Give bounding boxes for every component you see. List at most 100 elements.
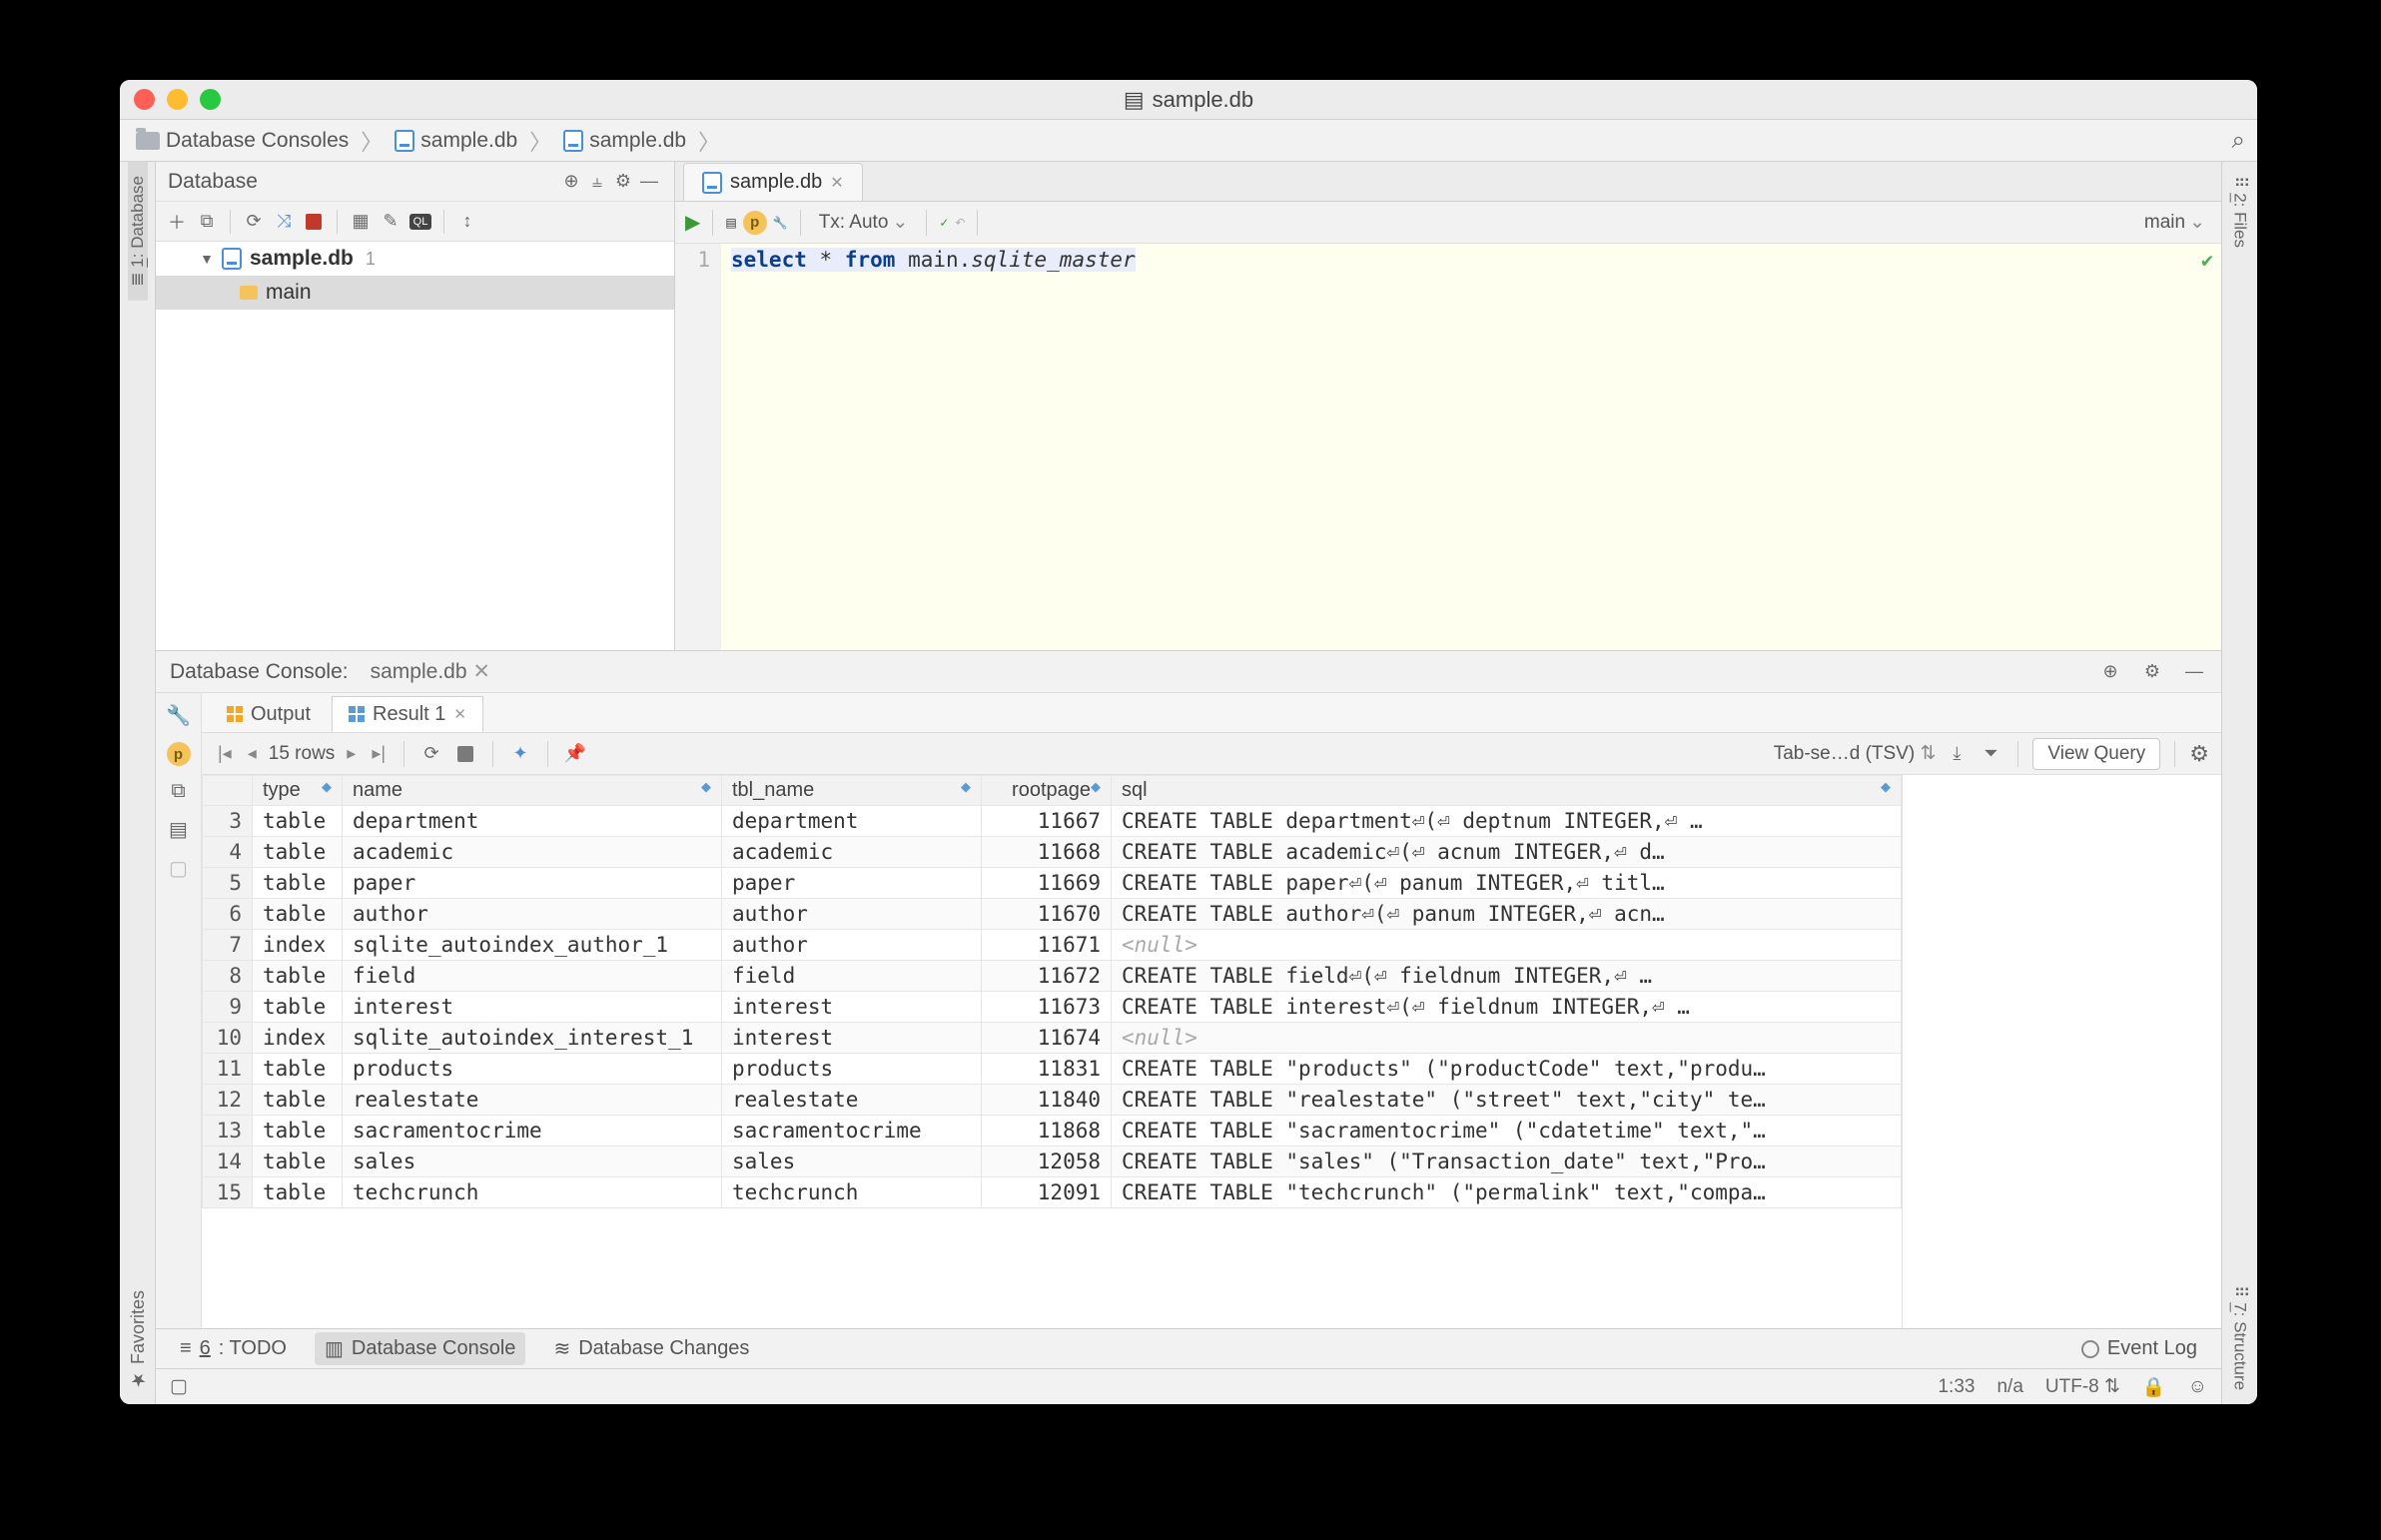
split-icon[interactable]: ⫨: [584, 169, 610, 195]
column-header-name[interactable]: name ◆: [343, 776, 722, 806]
schema-p-icon[interactable]: p: [743, 211, 767, 235]
layout-alt-icon[interactable]: ▢: [169, 856, 188, 881]
ql-console-icon[interactable]: QL: [407, 209, 433, 235]
database-console-tab[interactable]: ▥ Database Console: [315, 1332, 525, 1365]
line-sep-label[interactable]: n/a: [1996, 1376, 2022, 1398]
crumb-sample-db-2[interactable]: sample.db: [559, 129, 690, 153]
close-tab-icon[interactable]: ✕: [453, 705, 466, 723]
dots-icon: ⠿: [2231, 176, 2250, 188]
schema-p-icon[interactable]: p: [167, 742, 191, 766]
output-tab[interactable]: Output: [210, 696, 328, 732]
table-row[interactable]: 7indexsqlite_autoindex_author_1author116…: [203, 930, 1902, 961]
download-icon[interactable]: ⤓: [1944, 741, 1970, 767]
inspection-ok-icon[interactable]: ✔: [2201, 248, 2213, 272]
table-row[interactable]: 8tablefieldfield11672CREATE TABLE field⏎…: [203, 961, 1902, 992]
next-page-icon[interactable]: ▸: [343, 743, 360, 764]
table-row[interactable]: 15tabletechcrunchtechcrunch12091CREATE T…: [203, 1177, 1902, 1208]
add-tab-icon[interactable]: ⧉: [171, 780, 185, 803]
last-page-icon[interactable]: ▸|: [368, 743, 390, 764]
database-tool-tab[interactable]: ≣ 1: Database: [128, 162, 148, 301]
stop-icon[interactable]: [452, 741, 478, 767]
filter-icon[interactable]: ⏷: [1978, 741, 2003, 767]
first-page-icon[interactable]: |◂: [214, 743, 236, 764]
tree-root-sample-db[interactable]: ▼ sample.db 1: [156, 242, 674, 276]
table-row[interactable]: 13tablesacramentocrimesacramentocrime118…: [203, 1116, 1902, 1147]
table-row[interactable]: 10indexsqlite_autoindex_interest_1intere…: [203, 1023, 1902, 1054]
expand-all-icon[interactable]: ↕: [454, 209, 480, 235]
tree-schema-main[interactable]: main: [156, 276, 674, 310]
column-header-sql[interactable]: sql ◆: [1112, 776, 1902, 806]
stop-icon[interactable]: [301, 209, 327, 235]
table-row[interactable]: 12tablerealestaterealestate11840CREATE T…: [203, 1085, 1902, 1116]
table-row[interactable]: 14tablesalessales12058CREATE TABLE "sale…: [203, 1147, 1902, 1177]
target-icon[interactable]: ⊕: [558, 169, 584, 195]
todo-tab[interactable]: ≡ 6: TODO: [170, 1333, 297, 1364]
commit-icon[interactable]: ✓: [939, 216, 949, 230]
column-header-rootpage[interactable]: rootpage ◆: [982, 776, 1112, 806]
crumb-database-consoles[interactable]: Database Consoles: [132, 129, 353, 153]
copy-icon[interactable]: ⧉: [194, 209, 220, 235]
column-header-type[interactable]: type ◆: [253, 776, 343, 806]
database-tree[interactable]: ▼ sample.db 1 main: [156, 242, 674, 650]
sync-icon[interactable]: ⤨: [271, 209, 297, 235]
edit-icon[interactable]: ✎: [378, 209, 403, 235]
table-row[interactable]: 3tabledepartmentdepartment11667CREATE TA…: [203, 806, 1902, 837]
run-config-icon[interactable]: ▤: [725, 216, 736, 230]
status-left-icon[interactable]: ▢: [170, 1375, 188, 1398]
table-row[interactable]: 4tableacademicacademic11668CREATE TABLE …: [203, 837, 1902, 868]
app-window: ▤ sample.db Database Consoles 〉 sample.d…: [120, 80, 2257, 1404]
result-table[interactable]: type ◆name ◆tbl_name ◆rootpage ◆sql ◆ 3t…: [202, 775, 1902, 1328]
minimize-window-button[interactable]: [167, 89, 188, 110]
rollback-icon[interactable]: ↶: [955, 216, 965, 230]
wrench-icon[interactable]: 🔧: [166, 703, 191, 728]
wrench-icon[interactable]: 🔧: [773, 216, 788, 230]
database-changes-tab[interactable]: ≋ Database Changes: [543, 1332, 759, 1365]
search-icon[interactable]: ⌕: [2232, 127, 2245, 155]
result-tab[interactable]: Result 1 ✕: [332, 696, 483, 732]
sql-editor[interactable]: 1 select * from main.sqlite_master ✔: [675, 244, 2221, 650]
crumb-sample-db-1[interactable]: sample.db: [391, 129, 521, 153]
schema-selector-dropdown[interactable]: main ⌄: [2138, 211, 2211, 234]
tx-mode-dropdown[interactable]: Tx: Auto ⌄: [813, 211, 915, 234]
view-query-button[interactable]: View Query: [2032, 738, 2160, 770]
lock-icon[interactable]: 🔒: [2142, 1375, 2166, 1399]
prev-page-icon[interactable]: ◂: [244, 743, 261, 764]
table-row[interactable]: 6tableauthorauthor11670CREATE TABLE auth…: [203, 899, 1902, 930]
table-row[interactable]: 11tableproductsproducts11831CREATE TABLE…: [203, 1054, 1902, 1085]
console-file-label[interactable]: sample.db ✕: [371, 659, 490, 684]
zoom-window-button[interactable]: [200, 89, 221, 110]
disclosure-triangle-icon[interactable]: ▼: [200, 251, 214, 267]
column-header-tbl_name[interactable]: tbl_name ◆: [722, 776, 982, 806]
table-view-icon[interactable]: ▦: [348, 209, 374, 235]
table-row[interactable]: 9tableinterestinterest11673CREATE TABLE …: [203, 992, 1902, 1023]
title-bar: ▤ sample.db: [120, 80, 2257, 120]
minimize-panel-button[interactable]: —: [636, 169, 662, 195]
gear-icon[interactable]: ⚙: [2189, 741, 2209, 767]
favorites-tool-tab[interactable]: ★ Favorites: [127, 1290, 149, 1390]
layout-icon[interactable]: ▤: [169, 817, 188, 842]
export-format-dropdown[interactable]: Tab-se…d (TSV) ⇅: [1774, 742, 1937, 765]
refresh-icon[interactable]: ⟳: [241, 209, 267, 235]
event-log-tab[interactable]: Event Log: [2071, 1333, 2207, 1364]
encoding-dropdown[interactable]: UTF-8 ⇅: [2045, 1375, 2120, 1398]
close-window-button[interactable]: [134, 89, 155, 110]
minimize-panel-button[interactable]: —: [2181, 659, 2207, 685]
gear-icon[interactable]: ⚙: [610, 169, 636, 195]
run-icon[interactable]: ▶: [685, 210, 700, 235]
console-header: Database Console: sample.db ✕ ⊕ ⚙ —: [156, 651, 2221, 693]
panel-title: Database: [168, 170, 258, 194]
code-content[interactable]: select * from main.sqlite_master: [721, 244, 2221, 650]
target-icon[interactable]: ⊕: [2097, 659, 2123, 685]
reload-icon[interactable]: ⟳: [418, 741, 444, 767]
add-icon[interactable]: ＋: [164, 209, 190, 235]
editor-tab-sample-db[interactable]: sample.db ✕: [683, 163, 863, 201]
structure-tool-tab[interactable]: ⠿ 7: Structure: [2230, 1271, 2250, 1404]
pin-icon[interactable]: 📌: [562, 741, 588, 767]
table-row[interactable]: 5tablepaperpaper11669CREATE TABLE paper⏎…: [203, 868, 1902, 899]
gear-icon[interactable]: ⚙: [2139, 659, 2165, 685]
close-tab-icon[interactable]: ✕: [830, 173, 843, 193]
add-row-icon[interactable]: ✦: [507, 741, 533, 767]
files-tool-tab[interactable]: ⠿ 2: Files: [2230, 162, 2250, 262]
inspector-icon[interactable]: ☺: [2188, 1376, 2207, 1398]
cursor-position: 1:33: [1938, 1376, 1975, 1398]
